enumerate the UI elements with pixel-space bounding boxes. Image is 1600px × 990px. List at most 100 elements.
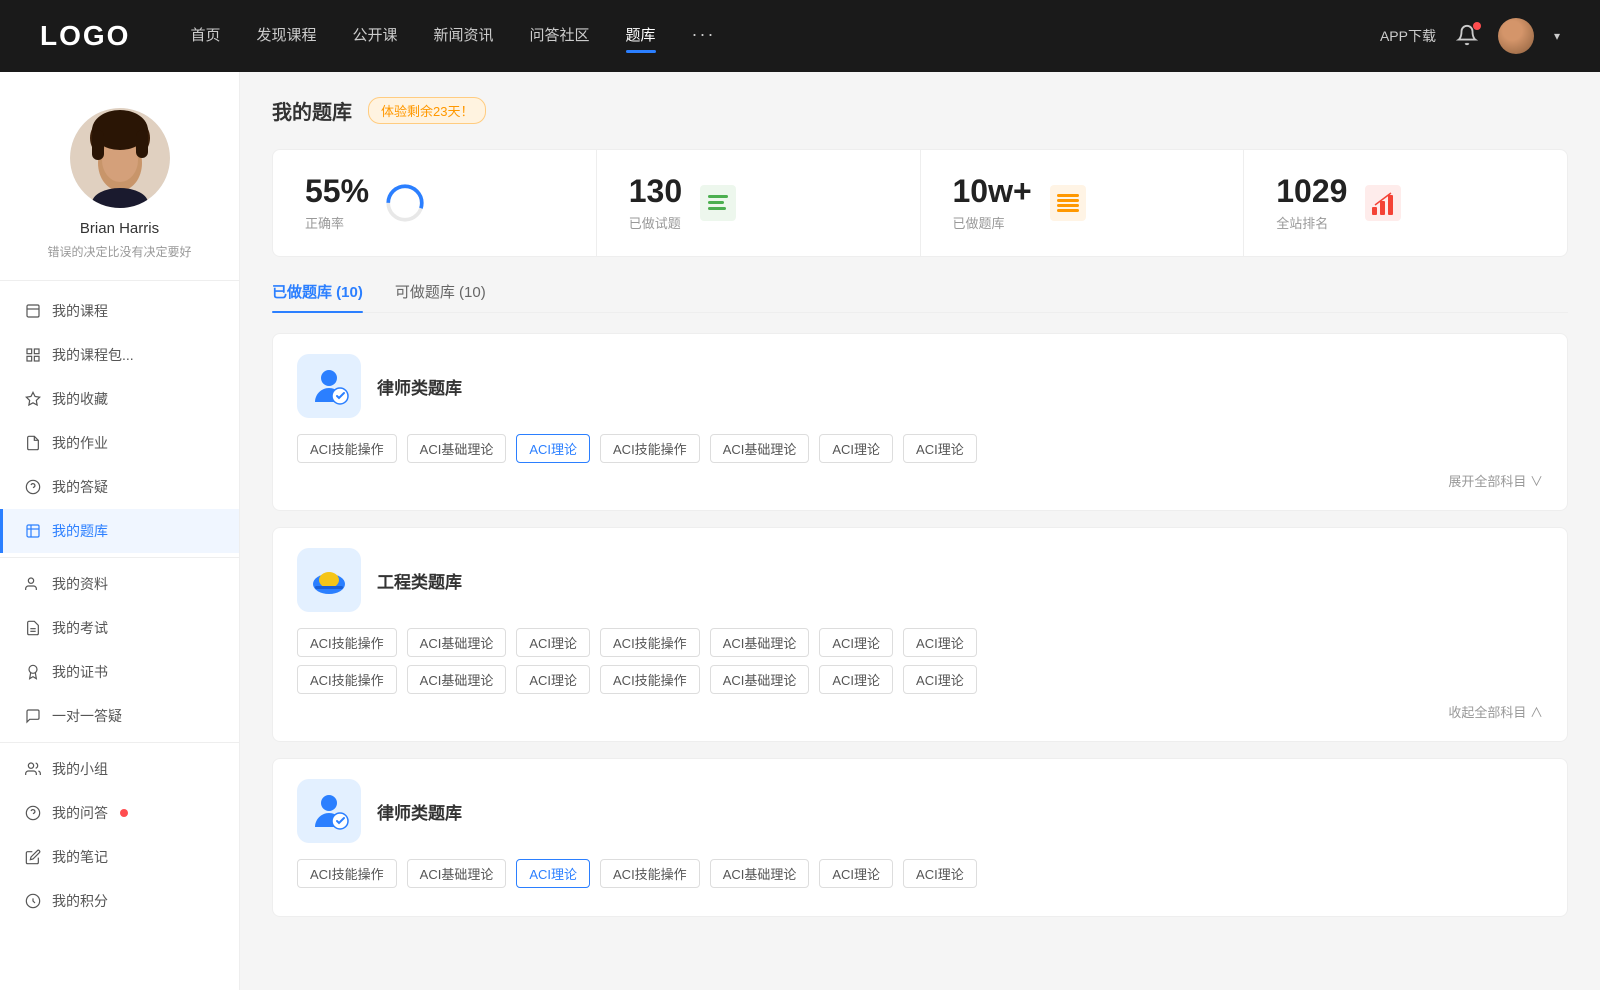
menu-my-qa[interactable]: 我的问答 <box>0 791 239 835</box>
tag-item[interactable]: ACI基础理论 <box>407 665 507 694</box>
bank-card-engineer-icon <box>297 548 361 612</box>
homework-icon <box>24 434 42 452</box>
points-icon <box>24 892 42 910</box>
menu-exam[interactable]: 我的考试 <box>0 606 239 650</box>
notes-icon <box>24 848 42 866</box>
tag-item[interactable]: ACI理论 <box>903 434 977 463</box>
stat-accuracy-label: 正确率 <box>305 213 369 232</box>
menu-question-bank[interactable]: 我的题库 <box>0 509 239 553</box>
stat-accuracy-value: 55% <box>305 174 369 209</box>
stat-rank: 1029 全站排名 <box>1244 150 1567 256</box>
tag-item[interactable]: ACI技能操作 <box>600 434 700 463</box>
tag-item[interactable]: ACI基础理论 <box>407 628 507 657</box>
tab-available-banks[interactable]: 可做题库 (10) <box>395 281 486 312</box>
nav-question-bank[interactable]: 题库 <box>626 24 656 49</box>
menu-homework[interactable]: 我的作业 <box>0 421 239 465</box>
tag-item[interactable]: ACI技能操作 <box>600 665 700 694</box>
bank-card-engineer-tags-2: ACI技能操作 ACI基础理论 ACI理论 ACI技能操作 ACI基础理论 AC… <box>297 665 1543 694</box>
qa-icon <box>24 478 42 496</box>
menu-my-course[interactable]: 我的课程 <box>0 289 239 333</box>
profile-motto: 错误的决定比没有决定要好 <box>47 243 191 260</box>
tag-item[interactable]: ACI基础理论 <box>710 628 810 657</box>
tag-item-active[interactable]: ACI理论 <box>516 859 590 888</box>
menu-group[interactable]: 我的小组 <box>0 747 239 791</box>
app-download-link[interactable]: APP下载 <box>1380 26 1436 46</box>
tag-item[interactable]: ACI技能操作 <box>297 434 397 463</box>
stat-done-banks: 10w+ 已做题库 <box>921 150 1245 256</box>
nav-open-course[interactable]: 公开课 <box>352 24 397 49</box>
user-avatar[interactable] <box>1498 18 1534 54</box>
content-tabs: 已做题库 (10) 可做题库 (10) <box>272 281 1568 313</box>
tag-item[interactable]: ACI理论 <box>516 628 590 657</box>
stat-done-questions: 130 已做试题 <box>597 150 921 256</box>
menu-certificate[interactable]: 我的证书 <box>0 650 239 694</box>
certificate-icon <box>24 663 42 681</box>
tag-item[interactable]: ACI理论 <box>903 665 977 694</box>
tag-item[interactable]: ACI技能操作 <box>297 665 397 694</box>
tag-item[interactable]: ACI基础理论 <box>407 434 507 463</box>
tag-item[interactable]: ACI技能操作 <box>600 859 700 888</box>
tag-item[interactable]: ACI技能操作 <box>297 859 397 888</box>
tag-item[interactable]: ACI基础理论 <box>407 859 507 888</box>
tag-item[interactable]: ACI基础理论 <box>710 859 810 888</box>
nav-right: APP下载 ▾ <box>1380 18 1560 54</box>
sidebar-profile: Brian Harris 错误的决定比没有决定要好 <box>0 72 239 281</box>
stat-accuracy-text: 55% 正确率 <box>305 174 369 232</box>
menu-favorites[interactable]: 我的收藏 <box>0 377 239 421</box>
sidebar-menu: 我的课程 我的课程包... 我的收藏 我的作业 <box>0 281 239 931</box>
stat-done-questions-text: 130 已做试题 <box>629 174 682 232</box>
tag-item[interactable]: ACI理论 <box>819 665 893 694</box>
course-pkg-icon <box>24 346 42 364</box>
tag-item[interactable]: ACI理论 <box>819 859 893 888</box>
trial-badge: 体验剩余23天！ <box>368 97 486 124</box>
tag-item-active[interactable]: ACI理论 <box>516 434 590 463</box>
bank-card-lawyer-2-title: 律师类题库 <box>377 799 462 824</box>
nav-discover[interactable]: 发现课程 <box>256 24 316 49</box>
logo[interactable]: LOGO <box>40 20 130 52</box>
menu-notes[interactable]: 我的笔记 <box>0 835 239 879</box>
stat-rank-label: 全站排名 <box>1276 213 1347 232</box>
nav-more[interactable]: ··· <box>692 24 716 49</box>
question-bank-icon <box>24 522 42 540</box>
expand-link-lawyer-1[interactable]: 展开全部科目 ∨ <box>297 471 1543 490</box>
tag-item[interactable]: ACI技能操作 <box>297 628 397 657</box>
notification-bell[interactable] <box>1456 24 1478 49</box>
bank-card-lawyer-2-icon <box>297 779 361 843</box>
menu-points[interactable]: 我的积分 <box>0 879 239 923</box>
tag-item[interactable]: ACI理论 <box>516 665 590 694</box>
stat-done-banks-label: 已做题库 <box>953 213 1032 232</box>
bank-card-lawyer-2-tags: ACI技能操作 ACI基础理论 ACI理论 ACI技能操作 ACI基础理论 AC… <box>297 859 1543 888</box>
menu-qa[interactable]: 我的答疑 <box>0 465 239 509</box>
tag-item[interactable]: ACI基础理论 <box>710 434 810 463</box>
tag-item[interactable]: ACI理论 <box>819 434 893 463</box>
tag-item[interactable]: ACI技能操作 <box>600 628 700 657</box>
qa-notification-dot <box>120 809 128 817</box>
rank-icon <box>1363 183 1403 223</box>
tag-item[interactable]: ACI理论 <box>903 859 977 888</box>
bank-card-engineer-tags-1: ACI技能操作 ACI基础理论 ACI理论 ACI技能操作 ACI基础理论 AC… <box>297 628 1543 657</box>
tag-item[interactable]: ACI理论 <box>819 628 893 657</box>
stat-rank-value: 1029 <box>1276 174 1347 209</box>
tag-item[interactable]: ACI理论 <box>903 628 977 657</box>
nav-home[interactable]: 首页 <box>190 24 220 49</box>
user-menu-chevron[interactable]: ▾ <box>1554 29 1560 43</box>
accuracy-icon <box>385 183 425 223</box>
stat-accuracy: 55% 正确率 <box>273 150 597 256</box>
profile-name: Brian Harris <box>80 220 159 237</box>
bank-card-engineer-title: 工程类题库 <box>377 568 462 593</box>
stat-rank-text: 1029 全站排名 <box>1276 174 1347 232</box>
nav-news[interactable]: 新闻资讯 <box>434 24 494 49</box>
menu-profile[interactable]: 我的资料 <box>0 562 239 606</box>
tag-item[interactable]: ACI基础理论 <box>710 665 810 694</box>
sidebar: Brian Harris 错误的决定比没有决定要好 我的课程 我的课程包... <box>0 72 240 990</box>
menu-one-on-one[interactable]: 一对一答疑 <box>0 694 239 738</box>
stat-done-banks-text: 10w+ 已做题库 <box>953 174 1032 232</box>
bank-card-lawyer-2: 律师类题库 ACI技能操作 ACI基础理论 ACI理论 ACI技能操作 ACI基… <box>272 758 1568 917</box>
bank-card-lawyer-1-icon <box>297 354 361 418</box>
menu-course-pkg[interactable]: 我的课程包... <box>0 333 239 377</box>
bank-card-lawyer-1-title: 律师类题库 <box>377 374 462 399</box>
nav-qa[interactable]: 问答社区 <box>530 24 590 49</box>
bank-card-engineer-header: 工程类题库 <box>297 548 1543 612</box>
tab-done-banks[interactable]: 已做题库 (10) <box>272 281 363 312</box>
collapse-link-engineer[interactable]: 收起全部科目 ∧ <box>297 702 1543 721</box>
